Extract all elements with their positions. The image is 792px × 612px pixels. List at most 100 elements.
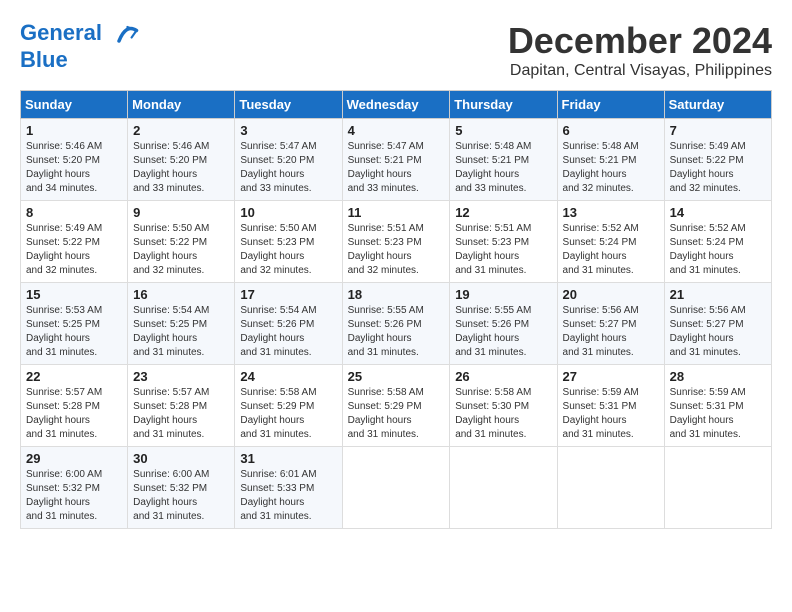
calendar-cell: 15 Sunrise: 5:53 AMSunset: 5:25 PMDaylig…: [21, 283, 128, 365]
header-day-tuesday: Tuesday: [235, 91, 342, 119]
day-info: Sunrise: 5:54 AMSunset: 5:25 PMDaylight …: [133, 305, 209, 358]
day-number: 28: [670, 369, 766, 384]
day-number: 30: [133, 451, 229, 466]
day-number: 7: [670, 123, 766, 138]
day-number: 20: [563, 287, 659, 302]
day-number: 17: [240, 287, 336, 302]
day-info: Sunrise: 5:48 AMSunset: 5:21 PMDaylight …: [455, 141, 531, 194]
day-info: Sunrise: 5:48 AMSunset: 5:21 PMDaylight …: [563, 141, 639, 194]
day-number: 8: [26, 205, 122, 220]
calendar-cell: 1 Sunrise: 5:46 AMSunset: 5:20 PMDayligh…: [21, 119, 128, 201]
calendar-week-4: 22 Sunrise: 5:57 AMSunset: 5:28 PMDaylig…: [21, 365, 772, 447]
calendar-cell: 12 Sunrise: 5:51 AMSunset: 5:23 PMDaylig…: [450, 201, 557, 283]
calendar-cell: 7 Sunrise: 5:49 AMSunset: 5:22 PMDayligh…: [664, 119, 771, 201]
calendar-cell: 11 Sunrise: 5:51 AMSunset: 5:23 PMDaylig…: [342, 201, 450, 283]
calendar-week-2: 8 Sunrise: 5:49 AMSunset: 5:22 PMDayligh…: [21, 201, 772, 283]
calendar-cell: 16 Sunrise: 5:54 AMSunset: 5:25 PMDaylig…: [128, 283, 235, 365]
calendar-week-3: 15 Sunrise: 5:53 AMSunset: 5:25 PMDaylig…: [21, 283, 772, 365]
day-info: Sunrise: 5:53 AMSunset: 5:25 PMDaylight …: [26, 305, 102, 358]
calendar-cell: 23 Sunrise: 5:57 AMSunset: 5:28 PMDaylig…: [128, 365, 235, 447]
day-info: Sunrise: 5:50 AMSunset: 5:23 PMDaylight …: [240, 223, 316, 276]
day-number: 27: [563, 369, 659, 384]
day-info: Sunrise: 5:51 AMSunset: 5:23 PMDaylight …: [455, 223, 531, 276]
header-day-wednesday: Wednesday: [342, 91, 450, 119]
month-title: December 2024: [508, 20, 772, 62]
day-number: 25: [348, 369, 445, 384]
header-day-sunday: Sunday: [21, 91, 128, 119]
day-info: Sunrise: 5:58 AMSunset: 5:29 PMDaylight …: [240, 387, 316, 440]
day-number: 29: [26, 451, 122, 466]
calendar-cell: 27 Sunrise: 5:59 AMSunset: 5:31 PMDaylig…: [557, 365, 664, 447]
calendar-cell: 26 Sunrise: 5:58 AMSunset: 5:30 PMDaylig…: [450, 365, 557, 447]
day-number: 24: [240, 369, 336, 384]
calendar-cell: 5 Sunrise: 5:48 AMSunset: 5:21 PMDayligh…: [450, 119, 557, 201]
calendar-cell: 18 Sunrise: 5:55 AMSunset: 5:26 PMDaylig…: [342, 283, 450, 365]
day-info: Sunrise: 5:46 AMSunset: 5:20 PMDaylight …: [26, 141, 102, 194]
calendar-cell: 17 Sunrise: 5:54 AMSunset: 5:26 PMDaylig…: [235, 283, 342, 365]
calendar-cell: 20 Sunrise: 5:56 AMSunset: 5:27 PMDaylig…: [557, 283, 664, 365]
calendar: SundayMondayTuesdayWednesdayThursdayFrid…: [20, 90, 772, 529]
day-number: 22: [26, 369, 122, 384]
calendar-cell: 29 Sunrise: 6:00 AMSunset: 5:32 PMDaylig…: [21, 447, 128, 529]
day-info: Sunrise: 5:56 AMSunset: 5:27 PMDaylight …: [670, 305, 746, 358]
calendar-cell: 9 Sunrise: 5:50 AMSunset: 5:22 PMDayligh…: [128, 201, 235, 283]
logo-text: General Blue: [20, 20, 140, 72]
day-number: 18: [348, 287, 445, 302]
day-number: 1: [26, 123, 122, 138]
day-info: Sunrise: 5:59 AMSunset: 5:31 PMDaylight …: [670, 387, 746, 440]
calendar-cell: 10 Sunrise: 5:50 AMSunset: 5:23 PMDaylig…: [235, 201, 342, 283]
calendar-cell: 22 Sunrise: 5:57 AMSunset: 5:28 PMDaylig…: [21, 365, 128, 447]
calendar-cell: [450, 447, 557, 529]
calendar-cell: [557, 447, 664, 529]
calendar-week-1: 1 Sunrise: 5:46 AMSunset: 5:20 PMDayligh…: [21, 119, 772, 201]
day-info: Sunrise: 6:00 AMSunset: 5:32 PMDaylight …: [26, 469, 102, 522]
day-number: 19: [455, 287, 551, 302]
day-number: 6: [563, 123, 659, 138]
calendar-cell: 21 Sunrise: 5:56 AMSunset: 5:27 PMDaylig…: [664, 283, 771, 365]
day-info: Sunrise: 5:51 AMSunset: 5:23 PMDaylight …: [348, 223, 424, 276]
day-number: 21: [670, 287, 766, 302]
logo-icon: [112, 20, 140, 48]
day-info: Sunrise: 5:55 AMSunset: 5:26 PMDaylight …: [455, 305, 531, 358]
day-number: 31: [240, 451, 336, 466]
calendar-cell: 13 Sunrise: 5:52 AMSunset: 5:24 PMDaylig…: [557, 201, 664, 283]
calendar-cell: 6 Sunrise: 5:48 AMSunset: 5:21 PMDayligh…: [557, 119, 664, 201]
calendar-cell: 14 Sunrise: 5:52 AMSunset: 5:24 PMDaylig…: [664, 201, 771, 283]
calendar-cell: [664, 447, 771, 529]
calendar-cell: 24 Sunrise: 5:58 AMSunset: 5:29 PMDaylig…: [235, 365, 342, 447]
day-info: Sunrise: 5:50 AMSunset: 5:22 PMDaylight …: [133, 223, 209, 276]
day-info: Sunrise: 5:59 AMSunset: 5:31 PMDaylight …: [563, 387, 639, 440]
day-number: 12: [455, 205, 551, 220]
calendar-week-5: 29 Sunrise: 6:00 AMSunset: 5:32 PMDaylig…: [21, 447, 772, 529]
calendar-cell: 25 Sunrise: 5:58 AMSunset: 5:29 PMDaylig…: [342, 365, 450, 447]
day-number: 2: [133, 123, 229, 138]
day-number: 13: [563, 205, 659, 220]
header-day-monday: Monday: [128, 91, 235, 119]
day-info: Sunrise: 6:01 AMSunset: 5:33 PMDaylight …: [240, 469, 316, 522]
header-day-saturday: Saturday: [664, 91, 771, 119]
day-number: 23: [133, 369, 229, 384]
header-day-friday: Friday: [557, 91, 664, 119]
calendar-cell: 31 Sunrise: 6:01 AMSunset: 5:33 PMDaylig…: [235, 447, 342, 529]
day-number: 9: [133, 205, 229, 220]
day-info: Sunrise: 5:57 AMSunset: 5:28 PMDaylight …: [26, 387, 102, 440]
day-number: 11: [348, 205, 445, 220]
day-info: Sunrise: 5:52 AMSunset: 5:24 PMDaylight …: [563, 223, 639, 276]
day-number: 3: [240, 123, 336, 138]
day-info: Sunrise: 5:52 AMSunset: 5:24 PMDaylight …: [670, 223, 746, 276]
calendar-cell: 4 Sunrise: 5:47 AMSunset: 5:21 PMDayligh…: [342, 119, 450, 201]
day-info: Sunrise: 5:49 AMSunset: 5:22 PMDaylight …: [670, 141, 746, 194]
day-number: 14: [670, 205, 766, 220]
calendar-cell: 2 Sunrise: 5:46 AMSunset: 5:20 PMDayligh…: [128, 119, 235, 201]
day-number: 26: [455, 369, 551, 384]
day-info: Sunrise: 5:57 AMSunset: 5:28 PMDaylight …: [133, 387, 209, 440]
day-info: Sunrise: 5:56 AMSunset: 5:27 PMDaylight …: [563, 305, 639, 358]
header-day-thursday: Thursday: [450, 91, 557, 119]
calendar-cell: 28 Sunrise: 5:59 AMSunset: 5:31 PMDaylig…: [664, 365, 771, 447]
day-info: Sunrise: 5:55 AMSunset: 5:26 PMDaylight …: [348, 305, 424, 358]
page-header: General Blue December 2024 Dapitan, Cent…: [20, 20, 772, 80]
day-info: Sunrise: 5:58 AMSunset: 5:30 PMDaylight …: [455, 387, 531, 440]
location-title: Dapitan, Central Visayas, Philippines: [508, 62, 772, 80]
calendar-cell: 3 Sunrise: 5:47 AMSunset: 5:20 PMDayligh…: [235, 119, 342, 201]
day-number: 4: [348, 123, 445, 138]
